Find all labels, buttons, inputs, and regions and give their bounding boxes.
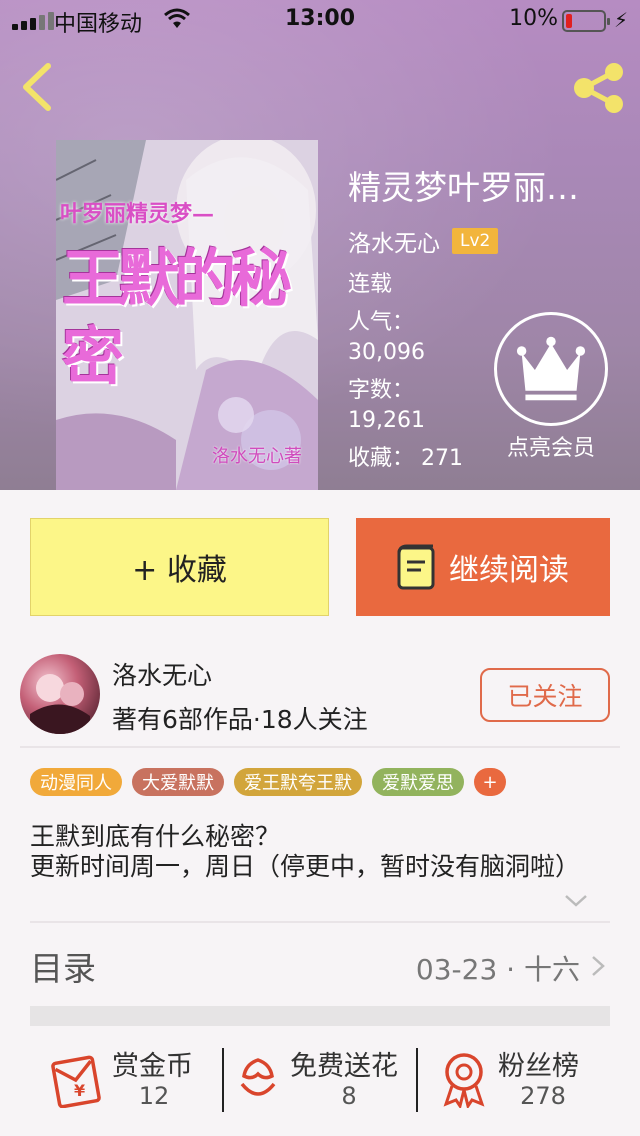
chevron-down-icon[interactable] bbox=[563, 892, 589, 910]
divider bbox=[222, 1048, 224, 1112]
book-author[interactable]: 洛水无心 bbox=[348, 224, 440, 258]
tag-2[interactable]: 爱王默夸王默 bbox=[234, 768, 362, 796]
medal-icon bbox=[443, 1053, 485, 1108]
stats-row: ¥ 赏金币 12 免费送花 8 粉丝榜 278 bbox=[30, 1040, 610, 1120]
description-line-1: 王默到底有什么秘密？ bbox=[30, 822, 281, 851]
status-bar: 中国移动 13:00 10% ⚡ bbox=[0, 0, 640, 40]
book-description: 王默到底有什么秘密？ 更新时间周一，周日（停更中，暂时没有脑洞啦） bbox=[30, 822, 610, 882]
author-name[interactable]: 洛水无心 bbox=[112, 656, 212, 692]
back-icon[interactable] bbox=[18, 60, 58, 114]
avatar[interactable] bbox=[20, 654, 100, 734]
author-meta: 著有6部作品·18人关注 bbox=[112, 705, 368, 734]
continue-reading-label: 继续阅读 bbox=[449, 553, 569, 588]
book-title: 精灵梦叶罗丽… bbox=[348, 168, 579, 207]
reward-coins-value: 12 bbox=[138, 1082, 170, 1110]
vip-label[interactable]: 点亮会员 bbox=[486, 430, 616, 462]
serial-status: 连载 bbox=[348, 272, 393, 297]
free-flowers[interactable]: 免费送花 8 bbox=[234, 1040, 414, 1120]
follow-button[interactable]: 已关注 bbox=[480, 668, 610, 722]
table-of-contents-row[interactable]: 目录 03-23 · 十六 bbox=[30, 924, 610, 1006]
red-envelope-icon: ¥ bbox=[51, 1055, 101, 1108]
cover-subtitle: 叶罗丽精灵梦— bbox=[60, 201, 215, 227]
tag-list: 动漫同人 大爱默默 爱王默夸王默 爱默爱思 + bbox=[30, 768, 506, 796]
more-tags-button[interactable]: + bbox=[474, 768, 506, 796]
fan-ranking[interactable]: 粉丝榜 278 bbox=[440, 1040, 610, 1120]
favorite-button[interactable]: + 收藏 bbox=[30, 518, 329, 616]
crown-icon[interactable] bbox=[494, 312, 608, 426]
chevron-right-icon bbox=[592, 956, 605, 976]
cover-author: 洛水无心著 bbox=[212, 446, 302, 467]
continue-reading-button[interactable]: 继续阅读 bbox=[356, 518, 610, 616]
reward-coins-label: 赏金币 bbox=[112, 1051, 193, 1082]
charging-icon: ⚡ bbox=[613, 8, 628, 32]
divider bbox=[20, 746, 620, 748]
divider bbox=[416, 1048, 418, 1112]
fan-ranking-value: 278 bbox=[520, 1082, 566, 1110]
battery-icon bbox=[562, 10, 610, 32]
tag-3[interactable]: 爱默爱思 bbox=[372, 768, 464, 796]
cover-title: 王默的秘密 bbox=[62, 242, 292, 393]
divider bbox=[30, 921, 610, 923]
fan-ranking-label: 粉丝榜 bbox=[498, 1051, 579, 1082]
avatar-image bbox=[30, 674, 90, 734]
free-flowers-label: 免费送花 bbox=[290, 1051, 398, 1082]
section-separator bbox=[30, 1006, 610, 1026]
book-icon bbox=[397, 544, 435, 590]
level-badge: Lv2 bbox=[452, 228, 499, 254]
tag-0[interactable]: 动漫同人 bbox=[30, 768, 122, 796]
free-flowers-value: 8 bbox=[341, 1082, 357, 1110]
svg-text:¥: ¥ bbox=[74, 1081, 85, 1100]
tag-1[interactable]: 大爱默默 bbox=[132, 768, 224, 796]
book-cover[interactable]: 叶罗丽精灵梦— 王默的秘密 洛水无心著 bbox=[56, 140, 318, 490]
toc-label: 目录 bbox=[30, 949, 96, 988]
description-line-2: 更新时间周一，周日（停更中，暂时没有脑洞啦） bbox=[30, 852, 581, 881]
battery-percent: 10% bbox=[509, 6, 558, 31]
latest-chapter: 03-23 · 十六 bbox=[415, 953, 580, 986]
share-icon[interactable] bbox=[570, 62, 628, 114]
author-card[interactable]: 洛水无心 著有6部作品·18人关注 已关注 bbox=[20, 654, 620, 750]
flower-icon bbox=[240, 1058, 276, 1096]
reward-coins[interactable]: ¥ 赏金币 12 bbox=[50, 1040, 226, 1120]
author-row: 洛水无心 Lv2 bbox=[348, 224, 618, 258]
